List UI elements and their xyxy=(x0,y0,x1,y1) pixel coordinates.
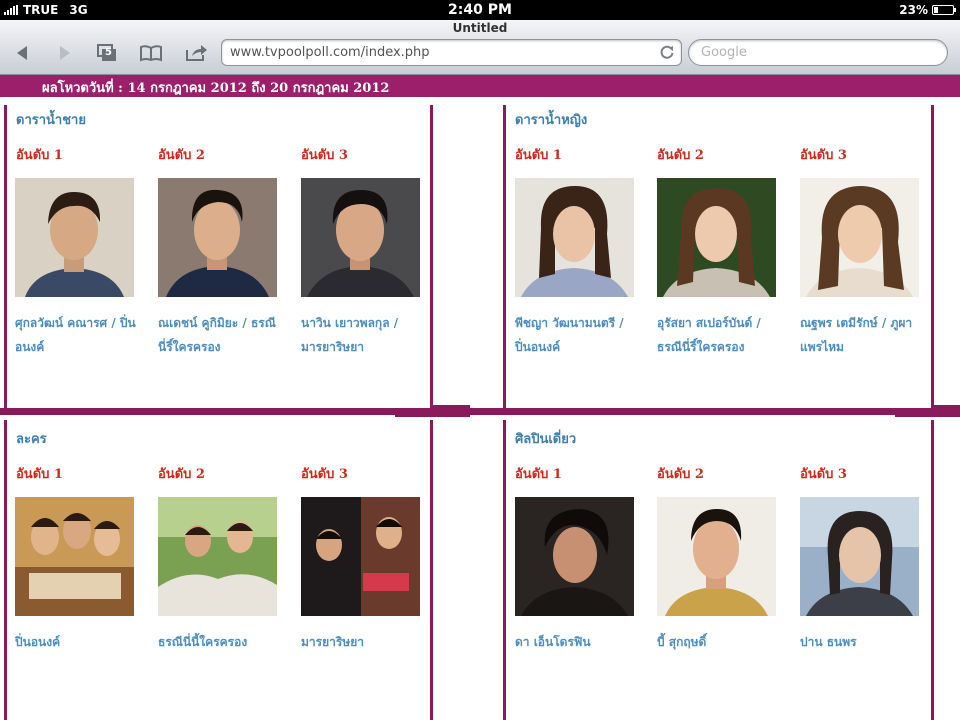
actress-photo[interactable] xyxy=(657,178,776,297)
panel-drama: ละคร อันดับ 1 อันดับ 2 อันดับ 3 ปิ่นอนงค… xyxy=(7,418,430,720)
rank-label: อันดับ 2 xyxy=(158,467,205,482)
drama-poster[interactable] xyxy=(15,497,134,616)
nominee-name[interactable]: ศุกลวัฒน์ คณารศ / ปิ่นอนงค์ xyxy=(15,311,140,359)
battery-percent: 23% xyxy=(899,3,928,17)
battery-icon xyxy=(932,5,956,15)
panel-title: ดาราน้ำชาย xyxy=(16,113,86,128)
share-icon[interactable] xyxy=(183,42,209,64)
artist-photo[interactable] xyxy=(515,497,634,616)
nominee-name[interactable]: ดา เอ็นโดรฟิน xyxy=(515,630,640,654)
search-placeholder: Google xyxy=(701,45,747,60)
panel-title: ศิลปินเดี่ยว xyxy=(515,432,577,447)
panel-male-actor: ดาราน้ำชาย อันดับ 1 อันดับ 2 อันดับ 3 ศุ… xyxy=(7,99,430,408)
page-title: Untitled xyxy=(452,21,508,35)
rank-label: อันดับ 3 xyxy=(800,148,847,163)
tab-count: 5 xyxy=(105,47,112,58)
rank-label: อันดับ 1 xyxy=(515,148,562,163)
nominee-name[interactable]: นาวิน เยาวพลกุล / มารยาริษยา xyxy=(301,311,426,359)
artist-photo[interactable] xyxy=(800,497,919,616)
nominee-name[interactable]: อุรัสยา สเปอร์บันด์ / ธรณีนี่ริ์ใครครอง xyxy=(657,311,782,359)
section-divider xyxy=(0,408,960,415)
nominee-name[interactable]: มารยาริษยา xyxy=(301,630,426,654)
nominee-name[interactable]: ปิ่นอนงค์ xyxy=(15,630,140,654)
battery-info: 23% xyxy=(899,3,956,17)
nominee-name[interactable]: ธรณีนี่นี้ใครครอง xyxy=(158,630,283,654)
rank-label: อันดับ 2 xyxy=(657,467,704,482)
url-text: www.tvpoolpoll.com/index.php xyxy=(230,45,430,60)
reload-icon[interactable] xyxy=(659,44,675,64)
rank-label: อันดับ 3 xyxy=(301,148,348,163)
frame-line xyxy=(931,105,934,412)
address-bar[interactable]: www.tvpoolpoll.com/index.php xyxy=(221,39,682,66)
artist-photo[interactable] xyxy=(657,497,776,616)
back-arrow-icon[interactable] xyxy=(9,42,35,64)
rank-label: อันดับ 3 xyxy=(301,467,348,482)
clock: 2:40 PM xyxy=(448,2,512,18)
nominee-name[interactable]: ณฐพร เตมีรักษ์ / ภูผาแพรไหม xyxy=(800,311,925,359)
actor-photo[interactable] xyxy=(301,178,420,297)
tabs-icon[interactable]: 5 xyxy=(94,42,120,64)
frame-line xyxy=(430,105,433,412)
rank-label: อันดับ 2 xyxy=(657,148,704,163)
forward-arrow-icon[interactable] xyxy=(52,42,78,64)
actor-photo[interactable] xyxy=(15,178,134,297)
nominee-name[interactable]: ณเดชน์ คูกิมิยะ / ธรณีนี่ริ์ใครครอง xyxy=(158,311,283,359)
drama-poster[interactable] xyxy=(301,497,420,616)
status-bar: TRUE 3G 2:40 PM 23% xyxy=(0,0,960,20)
browser-toolbar: Untitled 5 www.tvpoolpoll.com/index.php … xyxy=(0,20,960,75)
actress-photo[interactable] xyxy=(800,178,919,297)
nominee-name[interactable]: ปาน ธนพร xyxy=(800,630,925,654)
nominee-name[interactable]: พีชญา วัฒนามนตรี / ปิ่นอนงค์ xyxy=(515,311,640,359)
panel-solo-artist: ศิลปินเดี่ยว อันดับ 1 อันดับ 2 อันดับ 3 … xyxy=(506,418,931,720)
actress-photo[interactable] xyxy=(515,178,634,297)
vote-period-banner: ผลโหวตวันที่ : 14 กรกฎาคม 2012 ถึง 20 กร… xyxy=(0,75,960,97)
vote-period-text: ผลโหวตวันที่ : 14 กรกฎาคม 2012 ถึง 20 กร… xyxy=(42,81,390,96)
rank-label: อันดับ 3 xyxy=(800,467,847,482)
panel-female-actor: ดาราน้ำหญิง อันดับ 1 อันดับ 2 อันดับ 3 พ… xyxy=(506,99,931,408)
panel-title: ละคร xyxy=(16,432,47,447)
rank-label: อันดับ 1 xyxy=(16,467,63,482)
nominee-name[interactable]: บี้ สุกฤษดิ์ xyxy=(657,630,782,654)
rank-label: อันดับ 1 xyxy=(515,467,562,482)
drama-poster[interactable] xyxy=(158,497,277,616)
panel-title: ดาราน้ำหญิง xyxy=(515,113,588,128)
bookmarks-icon[interactable] xyxy=(138,42,164,64)
search-input[interactable]: Google xyxy=(688,39,948,66)
actor-photo[interactable] xyxy=(158,178,277,297)
frame-line xyxy=(430,420,433,720)
web-page: ผลโหวตวันที่ : 14 กรกฎาคม 2012 ถึง 20 กร… xyxy=(0,75,960,720)
frame-line xyxy=(931,420,934,720)
rank-label: อันดับ 2 xyxy=(158,148,205,163)
rank-label: อันดับ 1 xyxy=(16,148,63,163)
